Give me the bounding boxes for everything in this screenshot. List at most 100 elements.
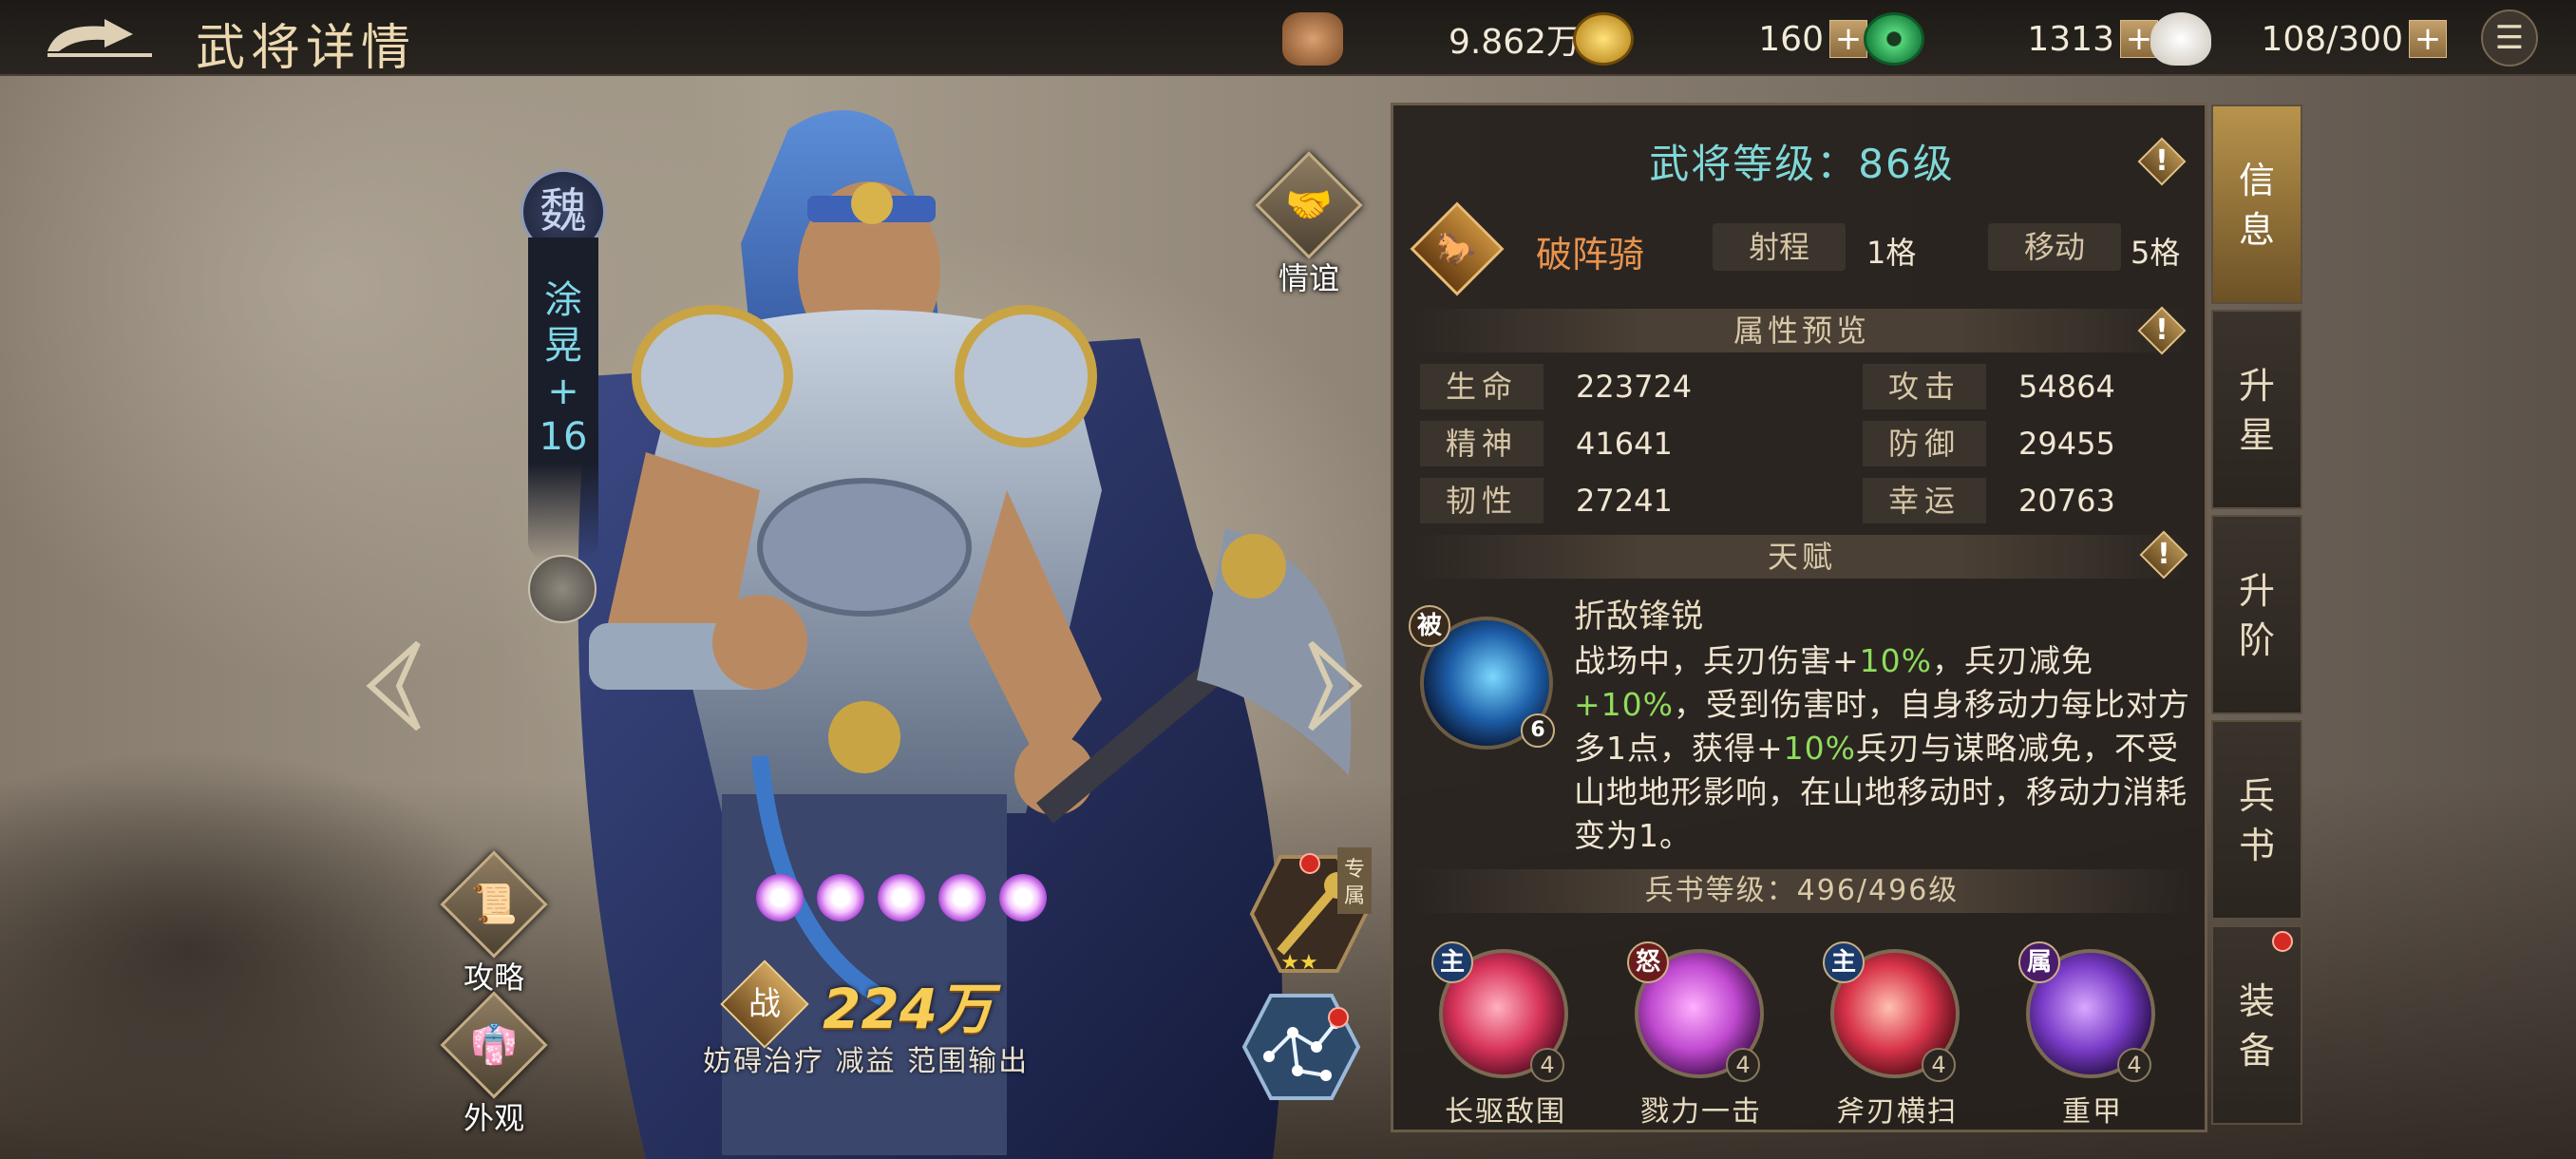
menu-list-icon[interactable]: ☰ bbox=[2481, 10, 2538, 66]
skill-level: 4 bbox=[2117, 1048, 2151, 1082]
friendship-button[interactable]: 🤝 情谊 bbox=[1252, 148, 1366, 296]
strategy-button[interactable]: 📜 攻略 bbox=[437, 847, 551, 996]
attr-key: 生命 bbox=[1420, 364, 1544, 409]
range-label: 射程 bbox=[1713, 223, 1846, 271]
handshake-icon: 🤝 bbox=[1285, 183, 1333, 227]
talent-desc-text: ，兵刃减免 bbox=[1932, 642, 2094, 679]
attr-value: 29455 bbox=[2018, 426, 2115, 462]
tab-label: 升 bbox=[2238, 570, 2275, 612]
appearance-button[interactable]: 👘 外观 bbox=[437, 988, 551, 1136]
tab-equipment[interactable]: 装备 bbox=[2211, 925, 2302, 1125]
exclusive-notification-dot bbox=[1299, 853, 1320, 874]
attribute-section-header: 属性预览 bbox=[1412, 309, 2191, 352]
skill-slot-3[interactable]: 主 4 斧刃横扫 bbox=[1802, 932, 1973, 1129]
hero-level: 武将等级：86级 bbox=[1649, 141, 1955, 187]
skill-name: 斧刃横扫 bbox=[1836, 1095, 1958, 1129]
tab-info[interactable]: 信息 bbox=[2211, 104, 2302, 304]
next-hero-arrow-icon[interactable] bbox=[1301, 638, 1368, 733]
level-info-icon[interactable]: ! bbox=[2137, 137, 2187, 186]
power-label: 战 bbox=[748, 985, 781, 1023]
skill-level: 4 bbox=[1922, 1048, 1956, 1082]
jade-coin-icon bbox=[1864, 12, 1924, 66]
skill-slot-4[interactable]: 属 4 重甲 bbox=[1998, 932, 2169, 1129]
horse-unit-icon: 🐎 bbox=[1410, 201, 1505, 296]
combat-power: 战 224万 bbox=[720, 960, 994, 1049]
friendship-label: 情谊 bbox=[1278, 260, 1339, 296]
equipment-notification-dot bbox=[2272, 931, 2293, 952]
talent-desc-highlight: +10% bbox=[1574, 686, 1674, 723]
tab-war-book[interactable]: 兵书 bbox=[2211, 720, 2302, 920]
svg-text:属: 属 bbox=[1344, 884, 1365, 908]
unit-info-row: 🐎 破阵骑 射程 1格 移动 5格 bbox=[1410, 201, 2191, 296]
page-title: 武将详情 bbox=[196, 20, 417, 77]
tab-star-up[interactable]: 升星 bbox=[2211, 310, 2302, 509]
svg-text:专: 专 bbox=[1344, 858, 1365, 882]
passive-badge: 被 bbox=[1409, 605, 1450, 647]
star-icon bbox=[878, 874, 925, 922]
appearance-label: 外观 bbox=[463, 1100, 524, 1136]
move-label: 移动 bbox=[1988, 223, 2121, 271]
move-value: 5格 bbox=[2131, 235, 2181, 271]
hero-name-char-1: 涂 bbox=[544, 278, 582, 322]
hero-options-button[interactable] bbox=[528, 555, 597, 623]
stamina-value: 108/300 bbox=[2261, 19, 2403, 59]
tab-label: 阶 bbox=[2238, 619, 2275, 661]
constellation-notification-dot bbox=[1328, 1007, 1349, 1028]
star-icon bbox=[756, 874, 804, 922]
attr-key: 韧性 bbox=[1420, 478, 1544, 523]
tab-label: 升 bbox=[2238, 365, 2275, 407]
power-value: 224万 bbox=[823, 977, 994, 1041]
unit-type-name: 破阵骑 bbox=[1536, 234, 1645, 276]
hero-plus-sign: + bbox=[547, 370, 579, 413]
gold-resource: 160 + bbox=[1573, 10, 1867, 68]
tab-label: 书 bbox=[2238, 825, 2275, 866]
attr-value: 223724 bbox=[1576, 369, 1693, 405]
skill-slot-1[interactable]: 主 4 长驱敌围 bbox=[1411, 932, 1582, 1129]
jade-resource: 1313 + bbox=[1864, 10, 2158, 68]
steamed-bun-icon bbox=[2150, 12, 2211, 66]
skill-name: 戮力一击 bbox=[1640, 1095, 1762, 1129]
stamina-resource: 108/300 + bbox=[2150, 10, 2447, 68]
back-arrow-icon[interactable] bbox=[38, 13, 161, 63]
jade-value: 1313 bbox=[2027, 19, 2114, 59]
tab-label: 备 bbox=[2238, 1030, 2275, 1072]
attr-value: 54864 bbox=[2018, 369, 2115, 405]
star-rating bbox=[756, 874, 1047, 922]
gold-value: 160 bbox=[1758, 19, 1824, 59]
skill-type-badge: 怒 bbox=[1627, 941, 1669, 983]
add-stamina-button[interactable]: + bbox=[2409, 20, 2447, 58]
hero-name-banner: 涂 晃 + 16 bbox=[528, 238, 598, 560]
attr-key: 精神 bbox=[1420, 421, 1544, 466]
power-icon: 战 bbox=[720, 960, 809, 1049]
constellation-icon[interactable] bbox=[1241, 990, 1362, 1104]
top-bar: 武将详情 9.862万 + 160 + 1313 + 108/300 + ☰ bbox=[0, 0, 2576, 77]
tab-label: 息 bbox=[2238, 209, 2275, 251]
range-value: 1格 bbox=[1866, 235, 1917, 271]
prev-hero-arrow-icon[interactable] bbox=[361, 638, 427, 733]
book-level-header: 兵书等级：496/496级 bbox=[1412, 869, 2191, 913]
skill-type-badge: 主 bbox=[1823, 941, 1865, 983]
star-icon bbox=[938, 874, 986, 922]
attribute-info-icon[interactable]: ! bbox=[2137, 306, 2187, 355]
tab-label: 兵 bbox=[2238, 775, 2275, 817]
copper-coins-icon bbox=[1282, 12, 1343, 66]
talent-info-icon[interactable]: ! bbox=[2139, 530, 2188, 580]
skill-name: 重甲 bbox=[2062, 1095, 2123, 1129]
copper-value: 9.862万 bbox=[1448, 23, 1581, 62]
skill-level: 4 bbox=[1726, 1048, 1760, 1082]
skill-name: 长驱敌围 bbox=[1445, 1095, 1566, 1129]
hero-role-tags: 妨碍治疗 减益 范围输出 bbox=[703, 1045, 1030, 1078]
skill-type-badge: 属 bbox=[2018, 941, 2060, 983]
attr-key: 攻击 bbox=[1863, 364, 1986, 409]
add-gold-button[interactable]: + bbox=[1829, 20, 1867, 58]
skill-type-badge: 主 bbox=[1431, 941, 1473, 983]
talent-desc-highlight: 10% bbox=[1859, 642, 1933, 679]
talent-section-header: 天赋 bbox=[1412, 535, 2191, 579]
svg-text:★★: ★★ bbox=[1280, 951, 1317, 975]
skill-slot-2[interactable]: 怒 4 戮力一击 bbox=[1606, 932, 1777, 1129]
tab-rank-up[interactable]: 升阶 bbox=[2211, 515, 2302, 714]
talent-name: 折敌锋锐 bbox=[1574, 598, 1703, 636]
attr-value: 20763 bbox=[2018, 483, 2115, 519]
hero-enhance-level: 16 bbox=[539, 415, 588, 459]
skill-level: 4 bbox=[1530, 1048, 1564, 1082]
